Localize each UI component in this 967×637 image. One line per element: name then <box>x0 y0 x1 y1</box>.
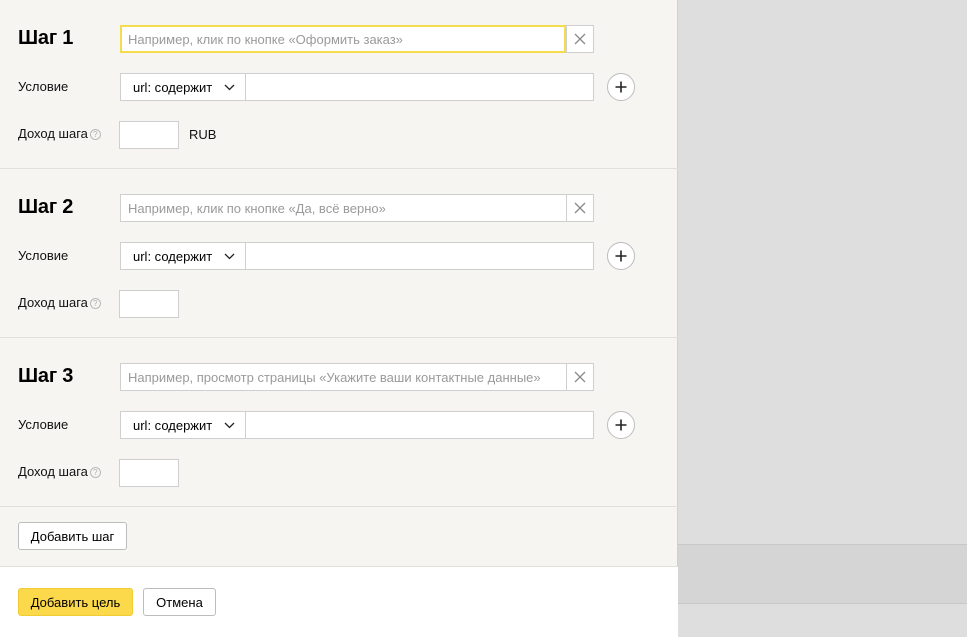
condition-label: Условие <box>18 248 69 263</box>
close-icon <box>574 202 586 214</box>
add-condition-button[interactable] <box>607 411 635 439</box>
income-label-text: Доход шага <box>18 126 88 141</box>
help-icon[interactable]: ? <box>89 467 101 478</box>
condition-type-select[interactable]: url: содержит <box>120 242 246 270</box>
income-label-text: Доход шага <box>18 464 88 479</box>
add-condition-button[interactable] <box>607 73 635 101</box>
step-2: Шаг 2 Условие url: содержит Доход шага ? <box>0 169 678 338</box>
income-label-text: Доход шага <box>18 295 88 310</box>
income-input[interactable] <box>119 459 179 487</box>
condition-type-value: url: содержит <box>133 79 213 95</box>
goal-steps-panel: Шаг 1 Условие url: содержит Доход шага ? <box>0 0 678 637</box>
condition-value-input[interactable] <box>245 411 594 439</box>
condition-label: Условие <box>18 417 69 432</box>
plus-icon <box>615 250 627 262</box>
step-name-field <box>120 194 594 222</box>
condition-value-input[interactable] <box>245 242 594 270</box>
step-1: Шаг 1 Условие url: содержит Доход шага ? <box>0 0 678 169</box>
income-label: Доход шага ? <box>18 464 101 479</box>
cancel-button[interactable]: Отмена <box>143 588 216 616</box>
background-page-strip <box>678 544 967 604</box>
clear-button[interactable] <box>566 194 594 222</box>
income-label: Доход шага ? <box>18 126 101 141</box>
step-name-field <box>120 25 594 53</box>
add-step-button[interactable]: Добавить шаг <box>18 522 127 550</box>
step-name-input[interactable] <box>120 194 566 222</box>
close-icon <box>574 371 586 383</box>
step-title: Шаг 3 <box>18 365 74 387</box>
plus-icon <box>615 419 627 431</box>
help-icon[interactable]: ? <box>89 298 101 309</box>
chevron-down-icon <box>224 253 235 259</box>
help-icon[interactable]: ? <box>89 129 101 140</box>
condition-type-value: url: содержит <box>133 248 213 264</box>
chevron-down-icon <box>224 84 235 90</box>
chevron-down-icon <box>224 422 235 428</box>
clear-button[interactable] <box>566 25 594 53</box>
currency-label: RUB <box>189 127 217 142</box>
condition-type-value: url: содержит <box>133 417 213 433</box>
step-title: Шаг 2 <box>18 196 74 218</box>
step-3: Шаг 3 Условие url: содержит Доход шага ? <box>0 338 678 507</box>
condition-value-input[interactable] <box>245 73 594 101</box>
condition-label: Условие <box>18 79 69 94</box>
condition-type-select[interactable]: url: содержит <box>120 73 246 101</box>
income-input[interactable] <box>119 290 179 318</box>
clear-button[interactable] <box>566 363 594 391</box>
add-step-area: Добавить шаг <box>0 507 678 567</box>
form-footer: Добавить цель Отмена <box>0 567 678 637</box>
income-label: Доход шага ? <box>18 295 101 310</box>
step-title: Шаг 1 <box>18 27 74 49</box>
close-icon <box>574 33 586 45</box>
step-name-field <box>120 363 594 391</box>
step-name-input[interactable] <box>120 25 566 53</box>
add-condition-button[interactable] <box>607 242 635 270</box>
plus-icon <box>615 81 627 93</box>
condition-type-select[interactable]: url: содержит <box>120 411 246 439</box>
add-goal-button[interactable]: Добавить цель <box>18 588 133 616</box>
income-input[interactable] <box>119 121 179 149</box>
step-name-input[interactable] <box>120 363 566 391</box>
